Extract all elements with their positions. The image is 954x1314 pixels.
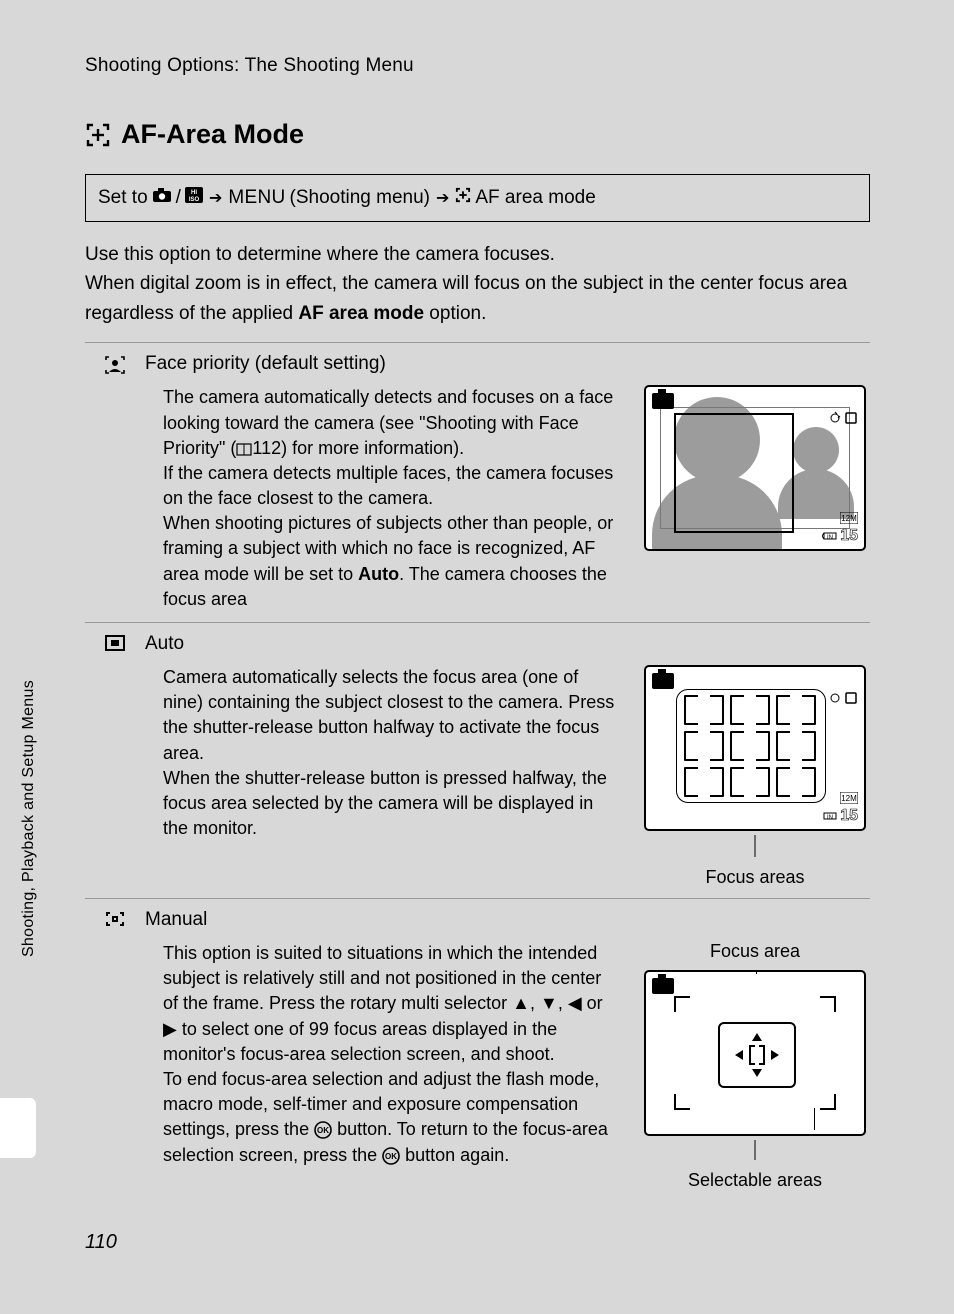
auto-mode-icon (85, 633, 145, 888)
selector-pad (718, 1022, 796, 1088)
face-priority-icon: AUTO (85, 353, 145, 612)
up-triangle-icon: ▲ (512, 993, 530, 1013)
side-tab-stub (0, 1098, 36, 1158)
leader-line (754, 835, 756, 857)
section-title-text: AF-Area Mode (121, 119, 304, 150)
menu-label: MENU (228, 187, 285, 209)
intro-text: Use this option to determine where the c… (85, 240, 870, 328)
mode-description: This option is suited to situations in w… (163, 941, 620, 1168)
svg-text:12M: 12M (841, 794, 857, 803)
illustration-face-priority: 12M IN 15 (644, 385, 866, 551)
hi-iso-icon: HIISO (185, 187, 203, 209)
mode-title: Face priority (default setting) (145, 353, 870, 375)
ok-button-icon: OK (382, 1145, 400, 1165)
camera-icon (152, 187, 172, 209)
arrow-right-icon: ➔ (207, 188, 224, 208)
caption-focus-areas: Focus areas (705, 867, 804, 888)
mode-row-auto: Auto Camera automatically selects the fo… (85, 622, 870, 898)
camera-mode-icon (652, 978, 674, 994)
nav-menu-text: (Shooting menu) (290, 187, 430, 209)
svg-text:OK: OK (317, 1126, 329, 1135)
overlay-bottom-right: 12M IN 15 (822, 792, 858, 825)
breadcrumb: Shooting Options: The Shooting Menu (85, 55, 870, 77)
camera-mode-icon (652, 393, 674, 409)
mode-description: The camera automatically detects and foc… (163, 385, 620, 612)
caption-focus-area: Focus area (710, 941, 800, 962)
mode-description: Camera automatically selects the focus a… (163, 665, 620, 841)
section-title: AF-Area Mode (85, 119, 870, 150)
illustration-manual (644, 970, 866, 1136)
side-tab-label: Shooting, Playback and Setup Menus (20, 680, 38, 957)
svg-text:OK: OK (385, 1152, 397, 1161)
svg-text:HI: HI (191, 190, 197, 196)
overlay-bottom-right: 12M IN 15 (822, 512, 858, 545)
svg-text:ISO: ISO (189, 197, 200, 203)
left-triangle-icon: ◀ (568, 993, 582, 1013)
af-area-icon (85, 122, 111, 148)
illustration-auto: 12M IN 15 (644, 665, 866, 831)
ok-button-icon: OK (314, 1119, 332, 1139)
af-area-small-icon (455, 187, 471, 209)
camera-mode-icon (652, 673, 674, 689)
slash: / (176, 187, 181, 209)
svg-text:12M: 12M (841, 514, 857, 523)
mode-row-face-priority: AUTO Face priority (default setting) The… (85, 342, 870, 622)
svg-text:IN: IN (827, 535, 833, 541)
arrow-right-icon: ➔ (434, 188, 451, 208)
caption-selectable-areas: Selectable areas (688, 1170, 822, 1191)
mode-row-manual: Manual This option is suited to situatio… (85, 898, 870, 1201)
page-ref-icon (236, 438, 252, 458)
mode-title: Manual (145, 909, 870, 931)
overlay-top-right (828, 411, 858, 425)
svg-text:IN: IN (827, 815, 833, 821)
nav-suffix: AF area mode (475, 187, 595, 209)
overlay-top-right (828, 691, 858, 705)
right-triangle-icon: ▶ (163, 1019, 177, 1039)
page-number: 110 (85, 1231, 117, 1254)
intro-line-2: When digital zoom is in effect, the came… (85, 269, 870, 328)
nav-prefix: Set to (98, 187, 148, 209)
down-triangle-icon: ▼ (540, 993, 558, 1013)
page-content: Shooting Options: The Shooting Menu AF-A… (85, 55, 870, 1201)
navigation-path-box: Set to / HIISO ➔ MENU (Shooting menu) ➔ … (85, 174, 870, 222)
intro-line-1: Use this option to determine where the c… (85, 240, 870, 269)
mode-title: Auto (145, 633, 870, 655)
manual-mode-icon (85, 909, 145, 1191)
leader-line (754, 1140, 756, 1160)
